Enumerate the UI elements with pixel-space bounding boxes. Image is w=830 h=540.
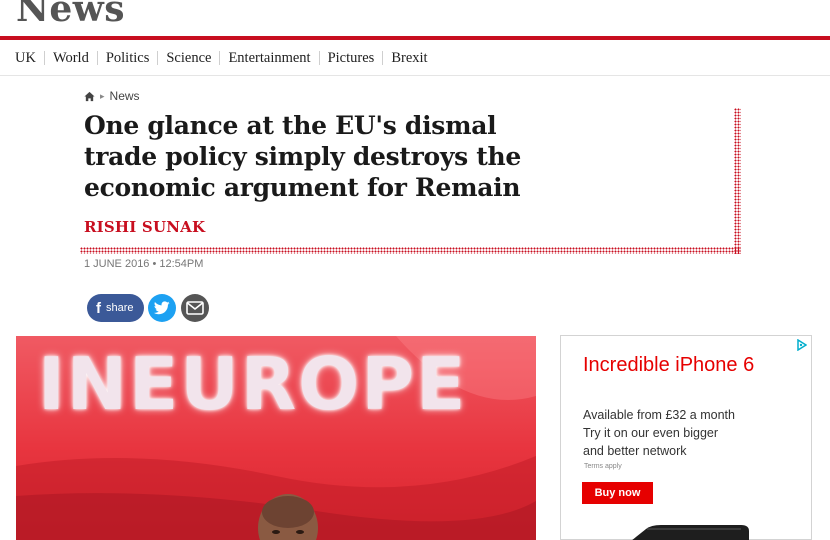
phone-image: [632, 525, 749, 540]
nav-item-brexit[interactable]: Brexit: [391, 50, 427, 67]
home-icon[interactable]: [84, 91, 95, 102]
masthead: News: [0, 0, 830, 36]
ad-copy-line: and better network: [583, 444, 687, 458]
nav-item-pictures[interactable]: Pictures: [328, 50, 375, 67]
dotted-border-bottom: [80, 247, 741, 254]
breadcrumb-section[interactable]: News: [110, 89, 140, 103]
dotted-border-right: [734, 108, 741, 254]
nav-divider: [43, 51, 45, 65]
speaker-head: [258, 494, 318, 540]
share-bar: f share: [87, 294, 214, 322]
nav-item-politics[interactable]: Politics: [106, 50, 150, 67]
facebook-icon: f: [96, 299, 101, 317]
nav-divider: [96, 51, 98, 65]
nav-item-world[interactable]: World: [53, 50, 89, 67]
banner-text: INEUROPE: [38, 342, 468, 426]
nav-divider: [382, 51, 384, 65]
nav-divider: [219, 51, 221, 65]
breadcrumb: ▸ News: [84, 89, 140, 103]
buy-now-button[interactable]: Buy now: [582, 482, 653, 504]
breadcrumb-separator: ▸: [100, 90, 105, 101]
twitter-share-button[interactable]: [147, 294, 176, 322]
ad-copy-line: Available from £32 a month: [583, 408, 735, 422]
facebook-share-button[interactable]: f share: [87, 294, 144, 322]
nav-item-uk[interactable]: UK: [15, 50, 36, 67]
author-byline[interactable]: RISHI SUNAK: [84, 218, 205, 236]
adchoices-icon[interactable]: [797, 339, 807, 351]
nav-item-science[interactable]: Science: [166, 50, 211, 67]
ad-terms: Terms apply: [584, 463, 622, 470]
section-title[interactable]: News: [16, 0, 125, 30]
ad-title[interactable]: Incredible iPhone 6: [583, 354, 754, 377]
article-headline: One glance at the EU's dismal trade poli…: [84, 111, 522, 202]
publish-timestamp: 1 JUNE 2016 • 12:54PM: [84, 258, 204, 270]
twitter-icon: [153, 301, 170, 315]
section-nav: UK World Politics Science Entertainment …: [0, 40, 830, 76]
ad-copy-line: Try it on our even bigger: [583, 426, 719, 440]
advertisement[interactable]: Incredible iPhone 6 Available from £32 a…: [560, 335, 812, 540]
email-icon: [185, 301, 204, 315]
nav-item-entertainment[interactable]: Entertainment: [228, 50, 310, 67]
nav-divider: [157, 51, 159, 65]
email-share-button[interactable]: [180, 294, 209, 322]
facebook-share-label: share: [106, 302, 134, 314]
hero-image[interactable]: INEUROPE: [16, 336, 536, 540]
nav-divider: [318, 51, 320, 65]
